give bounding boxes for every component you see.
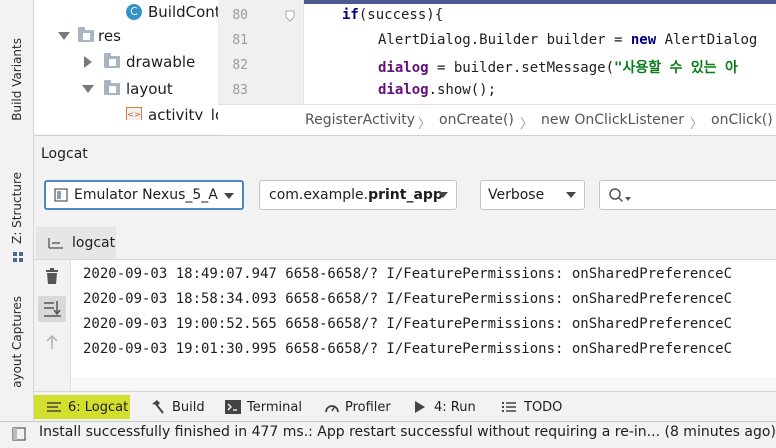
toggle-tool-windows-icon[interactable] [12, 427, 26, 441]
log-line: 2020-09-03 19:01:30.995 6658-6658/? I/Fe… [83, 341, 733, 357]
emulator-icon [54, 188, 68, 202]
breadcrumb-separator: 〉 [418, 117, 432, 132]
breadcrumb-separator: 〉 [520, 117, 534, 132]
breadcrumb-item[interactable]: onCreate() [439, 112, 514, 128]
tree-item-res[interactable]: res [58, 24, 121, 48]
line-number: 81 [232, 33, 248, 48]
editor-gutter: 80 81 82 83 [218, 0, 304, 104]
search-input[interactable] [599, 180, 776, 210]
breadcrumb-item[interactable]: RegisterActivity [305, 112, 415, 128]
structure-icon [13, 250, 23, 262]
run-icon [414, 400, 426, 414]
project-tree: C BuildCont res drawable layout <> activ… [34, 0, 218, 134]
device-selector[interactable]: Emulator Nexus_5_A [44, 180, 244, 210]
breadcrumb-item[interactable]: new OnClickListener [541, 112, 684, 128]
chevron-down-icon[interactable] [58, 32, 70, 40]
panel-title: Logcat [41, 146, 88, 162]
structure-tab[interactable]: Z: Structure [7, 168, 27, 248]
logcat-toolbar: Emulator Nexus_5_A com.example. print_app… [34, 171, 776, 223]
chevron-down-icon [566, 192, 576, 198]
device-name: Emulator Nexus_5_A [74, 187, 218, 203]
left-tool-strip: Build Variants Z: Structure ayout Captur… [0, 0, 34, 422]
breadcrumb: RegisterActivity 〉 onCreate() 〉 new OnCl… [218, 104, 776, 135]
tree-item-drawable[interactable]: drawable [84, 50, 195, 74]
package-selector[interactable]: com.example. print_app [259, 180, 457, 210]
fold-marker-icon[interactable] [285, 10, 295, 22]
code-line-83: dialog.show(); [378, 82, 497, 98]
tab-run[interactable]: 4: Run [414, 395, 476, 419]
horizontal-scrollbar[interactable] [71, 378, 776, 390]
tab-profiler[interactable]: Profiler [324, 395, 391, 419]
todo-icon [502, 401, 516, 413]
tree-item-label: BuildCont [148, 3, 218, 21]
chevron-down-icon [224, 193, 234, 199]
tab-label: 6: Logcat [68, 399, 129, 415]
search-dropdown-icon [625, 197, 631, 201]
c-class-icon: C [126, 4, 142, 20]
tree-item-buildconfig[interactable]: C BuildCont [126, 0, 218, 24]
log-line: 2020-09-03 18:58:34.093 6658-6658/? I/Fe… [83, 291, 733, 307]
tab-todo[interactable]: TODO [502, 395, 562, 419]
log-output[interactable]: 2020-09-03 18:49:07.947 6658-6658/? I/Fe… [71, 260, 776, 378]
tab-label: Profiler [345, 399, 391, 415]
tab-logcat-tool[interactable]: 6: Logcat [34, 395, 130, 419]
tab-label: Build [172, 399, 205, 415]
log-line: 2020-09-03 18:49:07.947 6658-6658/? I/Fe… [83, 266, 733, 282]
folder-icon [104, 80, 120, 95]
tree-item-label: res [98, 27, 121, 45]
chevron-down-icon[interactable] [82, 85, 94, 93]
layout-captures-label: ayout Captures [10, 296, 24, 388]
log-level-selector[interactable]: Verbose [480, 180, 585, 210]
chevron-right-icon[interactable] [84, 56, 92, 68]
code-editor[interactable]: if(success){ AlertDialog.Builder builder… [304, 0, 776, 104]
folder-icon [78, 27, 94, 42]
structure-label: Z: Structure [10, 172, 24, 244]
tab-logcat[interactable]: logcat [36, 227, 116, 259]
log-level-value: Verbose [488, 187, 545, 203]
logcat-panel-header: Logcat [34, 135, 776, 172]
line-number: 83 [232, 83, 248, 98]
log-line: 2020-09-03 19:00:52.565 6658-6658/? I/Fe… [83, 316, 733, 332]
tool-window-bar: 6: Logcat Build Terminal Profiler 4: Run… [34, 391, 776, 422]
tree-item-label: layout [126, 80, 173, 98]
package-name: print_app [368, 187, 443, 203]
package-prefix: com.example. [269, 187, 369, 203]
code-line-81: AlertDialog.Builder builder = new AlertD… [378, 32, 758, 48]
tree-item-layout[interactable]: layout [82, 77, 173, 101]
list-icon [48, 236, 64, 250]
tab-terminal[interactable]: Terminal [225, 395, 302, 419]
build-variants-label: Build Variants [10, 37, 24, 121]
tab-label: logcat [72, 235, 116, 251]
terminal-icon [225, 400, 241, 414]
logcat-side-tools [34, 260, 71, 390]
tab-label: Terminal [247, 399, 302, 415]
breadcrumb-separator: 〉 [690, 117, 704, 132]
layout-captures-tab[interactable]: ayout Captures [7, 292, 27, 392]
tree-item-label: drawable [126, 53, 196, 71]
breadcrumb-item[interactable]: onClick() [711, 112, 773, 128]
logcat-tab-row: logcat [34, 223, 776, 260]
gauge-icon [324, 400, 340, 414]
status-message[interactable]: Install successfully finished in 477 ms.… [39, 424, 776, 440]
line-number: 80 [232, 8, 248, 23]
arrow-up-icon[interactable] [45, 334, 59, 350]
code-line-80: if(success){ [342, 7, 444, 23]
build-variants-tab[interactable]: Build Variants [7, 34, 27, 124]
line-number: 82 [232, 58, 248, 73]
tab-label: 4: Run [434, 399, 476, 415]
search-icon [608, 187, 624, 203]
tab-build[interactable]: Build [149, 395, 205, 419]
list-icon [47, 401, 61, 413]
status-bar: Install successfully finished in 477 ms.… [0, 421, 776, 448]
folder-icon [104, 53, 120, 68]
code-line-82: dialog = builder.setMessage("사용할 수 있는 아 [378, 60, 738, 76]
hammer-icon [149, 399, 165, 415]
tab-label: TODO [524, 399, 563, 415]
scroll-to-end-icon[interactable] [38, 296, 66, 322]
chevron-down-icon [438, 192, 448, 198]
trash-icon[interactable] [44, 267, 60, 285]
